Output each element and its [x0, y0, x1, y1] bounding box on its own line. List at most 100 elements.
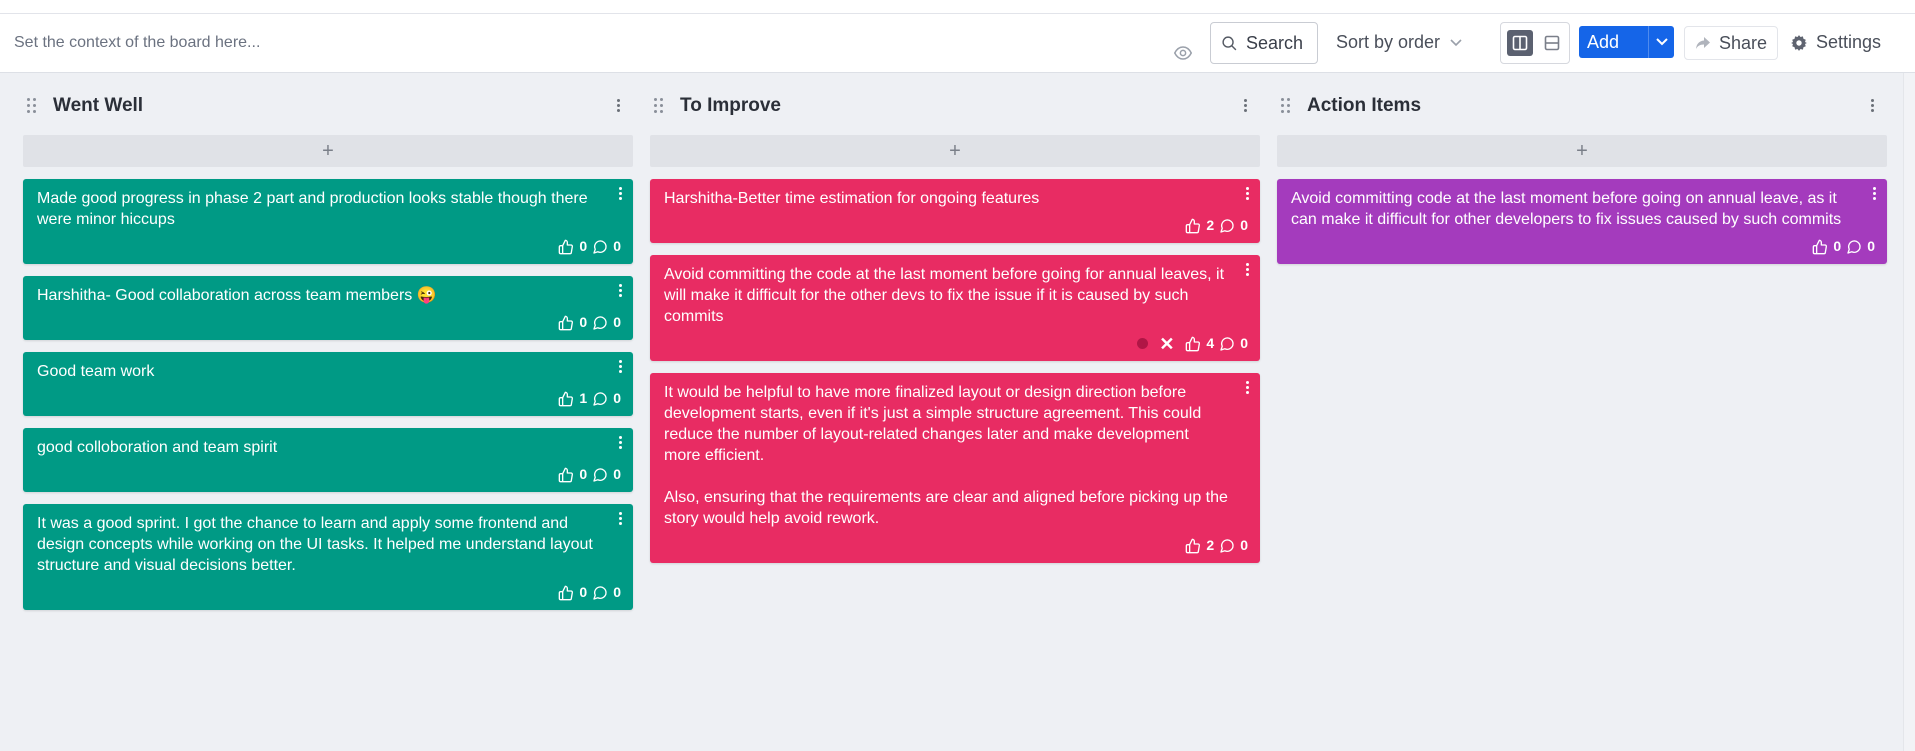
sort-label: Sort by order	[1336, 32, 1441, 52]
like-count: 0	[1833, 238, 1842, 254]
search-label: Search	[1246, 32, 1304, 53]
card-menu-icon[interactable]	[619, 436, 623, 451]
share-label: Share	[1719, 32, 1768, 53]
comment-icon[interactable]	[1219, 538, 1235, 554]
card[interactable]: good colloboration and team spirit 0 0	[23, 428, 633, 492]
comment-icon[interactable]	[1846, 239, 1862, 255]
card-text: Made good progress in phase 2 part and p…	[37, 190, 593, 228]
column-view-button[interactable]	[1507, 30, 1533, 56]
comment-icon[interactable]	[592, 585, 608, 601]
comment-icon[interactable]	[592, 239, 608, 255]
card-text: It was a good sprint. I got the chance t…	[37, 515, 598, 574]
add-card-button[interactable]: +	[23, 135, 633, 167]
chevron-down-icon	[1450, 38, 1462, 46]
card-footer: 0 0	[558, 312, 621, 333]
column-menu-icon[interactable]	[1871, 99, 1875, 113]
add-card-button[interactable]: +	[650, 135, 1260, 167]
card-menu-icon[interactable]	[1873, 187, 1877, 202]
card[interactable]: Made good progress in phase 2 part and p…	[23, 179, 633, 264]
card[interactable]: It would be helpful to have more finaliz…	[650, 373, 1260, 563]
comment-count: 0	[1240, 537, 1248, 553]
card-text: Good team work	[37, 363, 155, 380]
comment-icon[interactable]	[592, 315, 608, 331]
column-menu-icon[interactable]	[1244, 99, 1248, 113]
share-icon	[1696, 37, 1710, 49]
view-toggle	[1500, 22, 1570, 64]
drag-handle-icon[interactable]	[654, 98, 666, 114]
comment-count: 0	[1240, 217, 1248, 233]
thumbs-up-icon[interactable]	[558, 391, 574, 407]
like-count: 2	[1206, 217, 1215, 233]
column-to-improve: To Improve + Harshitha-Better time estim…	[650, 73, 1260, 563]
column-title: Went Well	[53, 95, 144, 116]
comment-icon[interactable]	[1219, 336, 1235, 352]
card[interactable]: Avoid committing code at the last moment…	[1277, 179, 1887, 264]
column-menu-icon[interactable]	[617, 99, 621, 113]
page-scrollbar[interactable]	[1903, 73, 1915, 751]
board-toolbar: Set the context of the board here... Sea…	[0, 14, 1915, 73]
row-view-button[interactable]	[1539, 30, 1565, 56]
card-menu-icon[interactable]	[1246, 187, 1250, 202]
add-button[interactable]: Add	[1579, 26, 1674, 58]
card-menu-icon[interactable]	[619, 187, 623, 202]
card-menu-icon[interactable]	[619, 512, 623, 527]
card-menu-icon[interactable]	[619, 284, 623, 299]
card[interactable]: It was a good sprint. I got the chance t…	[23, 504, 633, 610]
thumbs-up-icon[interactable]	[558, 467, 574, 483]
thumbs-up-icon[interactable]	[558, 585, 574, 601]
chevron-down-icon	[1655, 38, 1668, 46]
eye-icon[interactable]	[1174, 44, 1192, 62]
card-footer: 2 0	[1185, 215, 1248, 236]
thumbs-up-icon[interactable]	[1185, 336, 1201, 352]
column-header: Action Items	[1277, 73, 1887, 135]
card-menu-icon[interactable]	[619, 360, 623, 375]
like-count: 0	[579, 466, 588, 482]
thumbs-up-icon[interactable]	[558, 315, 574, 331]
card[interactable]: Harshitha-Better time estimation for ong…	[650, 179, 1260, 243]
sort-dropdown[interactable]: Sort by order	[1336, 32, 1462, 53]
add-dropdown-toggle[interactable]	[1648, 26, 1674, 58]
like-count: 0	[579, 314, 588, 330]
rows-icon	[1544, 35, 1560, 51]
settings-label: Settings	[1816, 32, 1882, 52]
thumbs-up-icon[interactable]	[1185, 538, 1201, 554]
column-title: To Improve	[680, 95, 781, 116]
thumbs-up-icon[interactable]	[1185, 218, 1201, 234]
gear-icon	[1791, 34, 1807, 51]
add-card-button[interactable]: +	[1277, 135, 1887, 167]
comment-count: 0	[1867, 238, 1875, 254]
top-strip	[0, 0, 1915, 14]
thumbs-up-icon[interactable]	[1812, 239, 1828, 255]
drag-handle-icon[interactable]	[27, 98, 39, 114]
share-button[interactable]: Share	[1684, 26, 1778, 60]
drag-handle-icon[interactable]	[1281, 98, 1293, 114]
comment-count: 0	[1240, 335, 1248, 351]
card-text: good colloboration and team spirit	[37, 439, 278, 456]
close-icon[interactable]: ✕	[1159, 335, 1174, 353]
card-footer: 0 0	[558, 236, 621, 257]
board-context-input[interactable]: Set the context of the board here...	[14, 34, 260, 52]
card-text: Avoid committing the code at the last mo…	[664, 266, 1229, 325]
card[interactable]: Harshitha- Good collaboration across tea…	[23, 276, 633, 340]
add-label: Add	[1587, 31, 1620, 52]
card-footer: 1 0	[558, 388, 621, 409]
column-went-well: Went Well + Made good progress in phase …	[23, 73, 633, 610]
card-footer: 0 0	[558, 582, 621, 603]
comment-count: 0	[613, 390, 621, 406]
card-text: It would be helpful to have more finaliz…	[664, 384, 1228, 527]
comment-count: 0	[613, 314, 621, 330]
card[interactable]: Avoid committing the code at the last mo…	[650, 255, 1260, 361]
card-menu-icon[interactable]	[1246, 381, 1250, 396]
comment-count: 0	[613, 584, 621, 600]
card-text: Harshitha- Good collaboration across tea…	[37, 287, 437, 304]
card-menu-icon[interactable]	[1246, 263, 1250, 278]
card[interactable]: Good team work 1 0	[23, 352, 633, 416]
settings-button[interactable]: Settings	[1790, 32, 1881, 53]
card-text: Harshitha-Better time estimation for ong…	[664, 190, 1040, 207]
search-button[interactable]: Search	[1210, 22, 1318, 64]
comment-icon[interactable]	[1219, 218, 1235, 234]
comment-icon[interactable]	[592, 467, 608, 483]
thumbs-up-icon[interactable]	[558, 239, 574, 255]
column-title: Action Items	[1307, 95, 1422, 116]
comment-icon[interactable]	[592, 391, 608, 407]
